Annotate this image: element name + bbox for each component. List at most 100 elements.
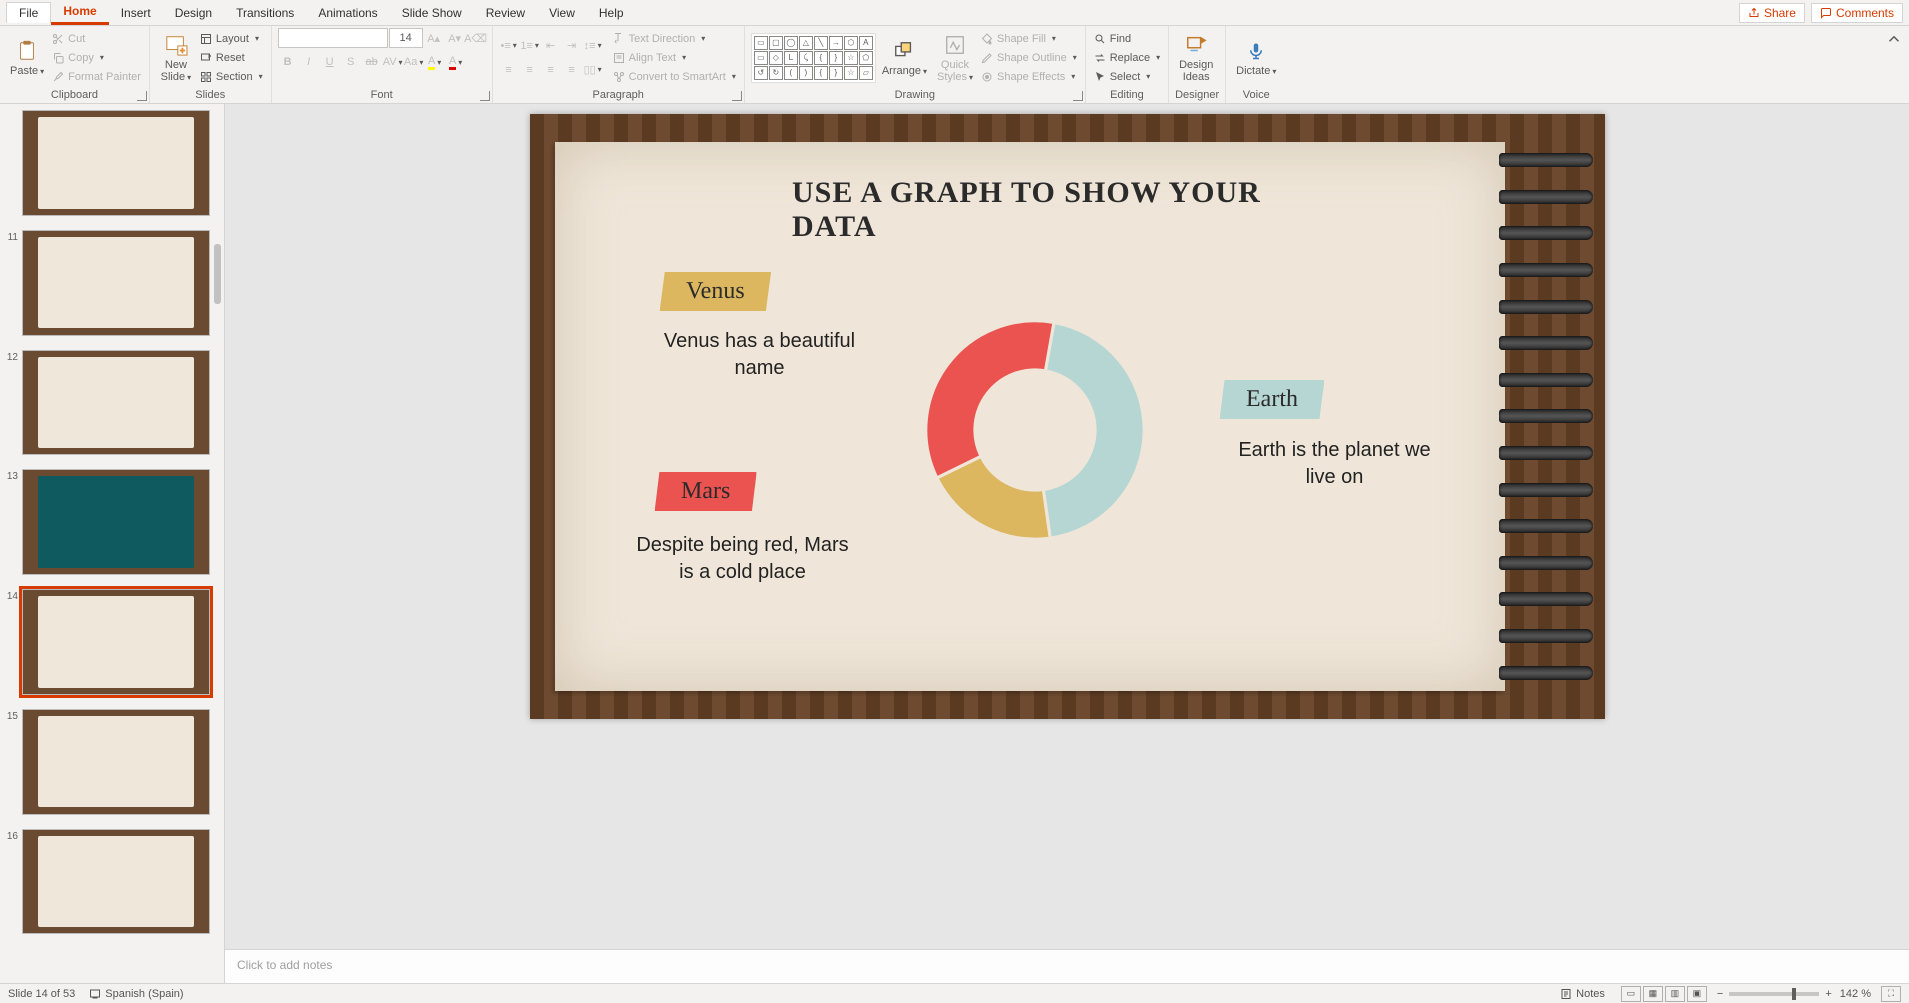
shape-outline-button[interactable]: Shape Outline [979, 49, 1079, 67]
comment-icon [1820, 7, 1832, 19]
font-launcher[interactable] [480, 91, 490, 101]
tab-transitions[interactable]: Transitions [224, 2, 306, 24]
slide[interactable]: USE A GRAPH TO SHOW YOUR DATA Venus Venu… [530, 114, 1605, 719]
quick-styles-button[interactable]: Quick Styles [933, 31, 977, 85]
donut-chart[interactable] [905, 300, 1165, 560]
shape-effects-button[interactable]: Shape Effects [979, 68, 1079, 86]
design-ideas-button[interactable]: Design Ideas [1175, 31, 1217, 85]
align-center-button[interactable]: ≡ [520, 60, 540, 80]
tab-file[interactable]: File [6, 2, 51, 23]
zoom-in-button[interactable]: + [1825, 988, 1831, 1000]
slide-canvas[interactable]: USE A GRAPH TO SHOW YOUR DATA Venus Venu… [225, 104, 1909, 949]
font-name-input[interactable] [278, 28, 388, 48]
drawing-launcher[interactable] [1073, 91, 1083, 101]
notes-pane[interactable]: Click to add notes [225, 949, 1909, 983]
dictate-button[interactable]: Dictate [1232, 37, 1280, 79]
paragraph-launcher[interactable] [732, 91, 742, 101]
text-shadow-button[interactable]: S [341, 52, 361, 72]
layout-button[interactable]: Layout [198, 30, 265, 48]
zoom-out-button[interactable]: − [1717, 988, 1723, 1000]
clipboard-launcher[interactable] [137, 91, 147, 101]
view-slideshow-button[interactable]: ▣ [1687, 986, 1707, 1002]
bold-button[interactable]: B [278, 52, 298, 72]
text-venus[interactable]: Venus has a beautiful name [650, 328, 870, 382]
increase-font-button[interactable]: A▴ [424, 28, 444, 48]
tab-help[interactable]: Help [587, 2, 636, 24]
justify-button[interactable]: ≡ [562, 60, 582, 80]
notes-toggle[interactable]: Notes [1560, 988, 1605, 1000]
tab-design[interactable]: Design [163, 2, 224, 24]
format-painter-button[interactable]: Format Painter [50, 68, 143, 86]
slide-thumbnail[interactable] [22, 110, 210, 216]
clear-formatting-button[interactable]: A⌫ [466, 28, 486, 48]
view-sorter-button[interactable]: ▦ [1643, 986, 1663, 1002]
font-highlight-button[interactable]: A [425, 52, 445, 72]
char-spacing-button[interactable]: AV [383, 52, 403, 72]
view-normal-button[interactable]: ▭ [1621, 986, 1641, 1002]
bullets-button[interactable]: •≡ [499, 36, 519, 56]
find-button[interactable]: Find [1092, 30, 1162, 48]
strikethrough-button[interactable]: ab [362, 52, 382, 72]
tape-label-mars[interactable]: Mars [654, 472, 756, 511]
fit-to-window-button[interactable]: ⛶ [1881, 986, 1901, 1002]
align-right-button[interactable]: ≡ [541, 60, 561, 80]
slide-thumbnail[interactable] [22, 709, 210, 815]
paste-button[interactable]: Paste [6, 37, 48, 79]
thumbnail-pane[interactable]: 11 12 13 14 15 16 [0, 104, 225, 983]
slide-thumbnail-selected[interactable] [22, 589, 210, 695]
reset-button[interactable]: Reset [198, 49, 265, 67]
line-spacing-button[interactable]: ↕≡ [583, 36, 603, 56]
collapse-ribbon-button[interactable] [1885, 30, 1903, 48]
tape-label-venus[interactable]: Venus [659, 272, 770, 311]
underline-button[interactable]: U [320, 52, 340, 72]
smartart-button[interactable]: Convert to SmartArt [611, 68, 738, 86]
slide-thumbnail[interactable] [22, 829, 210, 935]
decrease-font-button[interactable]: A▾ [445, 28, 465, 48]
font-size-input[interactable]: 14 [389, 28, 423, 48]
tab-view[interactable]: View [537, 2, 587, 24]
view-reading-button[interactable]: ▥ [1665, 986, 1685, 1002]
replace-button[interactable]: Replace [1092, 49, 1162, 67]
shape-fill-button[interactable]: Shape Fill [979, 30, 1079, 48]
new-slide-button[interactable]: New Slide [156, 31, 196, 85]
thumb-number: 14 [4, 589, 18, 695]
increase-indent-button[interactable]: ⇥ [562, 36, 582, 56]
section-button[interactable]: Section [198, 68, 265, 86]
tab-review[interactable]: Review [474, 2, 537, 24]
layout-icon [200, 33, 212, 45]
tab-slideshow[interactable]: Slide Show [390, 2, 474, 24]
text-earth[interactable]: Earth is the planet we live on [1225, 437, 1445, 491]
align-text-button[interactable]: Align Text [611, 49, 738, 67]
select-button[interactable]: Select [1092, 68, 1162, 86]
tab-home[interactable]: Home [51, 0, 108, 25]
slide-thumbnail[interactable] [22, 230, 210, 336]
columns-button[interactable]: ▯▯ [583, 60, 603, 80]
change-case-button[interactable]: Aa [404, 52, 424, 72]
slide-thumbnail[interactable] [22, 469, 210, 575]
text-direction-label: Text Direction [629, 33, 696, 45]
shapes-gallery[interactable]: ▭▢◯△╲→⬡A ▭◇L⤹{}☆⬠ ↺↻(){}☆▱ [751, 33, 876, 83]
decrease-indent-button[interactable]: ⇤ [541, 36, 561, 56]
italic-button[interactable]: I [299, 52, 319, 72]
tape-label-earth[interactable]: Earth [1219, 380, 1324, 419]
tab-animations[interactable]: Animations [306, 2, 389, 24]
copy-button[interactable]: Copy [50, 49, 143, 67]
align-left-button[interactable]: ≡ [499, 60, 519, 80]
numbering-button[interactable]: 1≡ [520, 36, 540, 56]
text-direction-button[interactable]: Text Direction [611, 30, 738, 48]
reset-label: Reset [216, 52, 245, 64]
comments-button[interactable]: Comments [1811, 3, 1903, 23]
zoom-value[interactable]: 142 % [1840, 988, 1871, 1000]
text-mars[interactable]: Despite being red, Mars is a cold place [633, 532, 853, 586]
slide-counter[interactable]: Slide 14 of 53 [8, 988, 75, 1000]
thumbnail-scrollbar[interactable] [214, 244, 221, 304]
zoom-slider[interactable] [1729, 992, 1819, 996]
arrange-button[interactable]: Arrange [878, 37, 931, 79]
share-button[interactable]: Share [1739, 3, 1805, 23]
cut-button[interactable]: Cut [50, 30, 143, 48]
tab-insert[interactable]: Insert [109, 2, 163, 24]
slide-title[interactable]: USE A GRAPH TO SHOW YOUR DATA [792, 176, 1267, 244]
language-indicator[interactable]: Spanish (Spain) [89, 988, 183, 1000]
slide-thumbnail[interactable] [22, 350, 210, 456]
font-color-button[interactable]: A [446, 52, 466, 72]
